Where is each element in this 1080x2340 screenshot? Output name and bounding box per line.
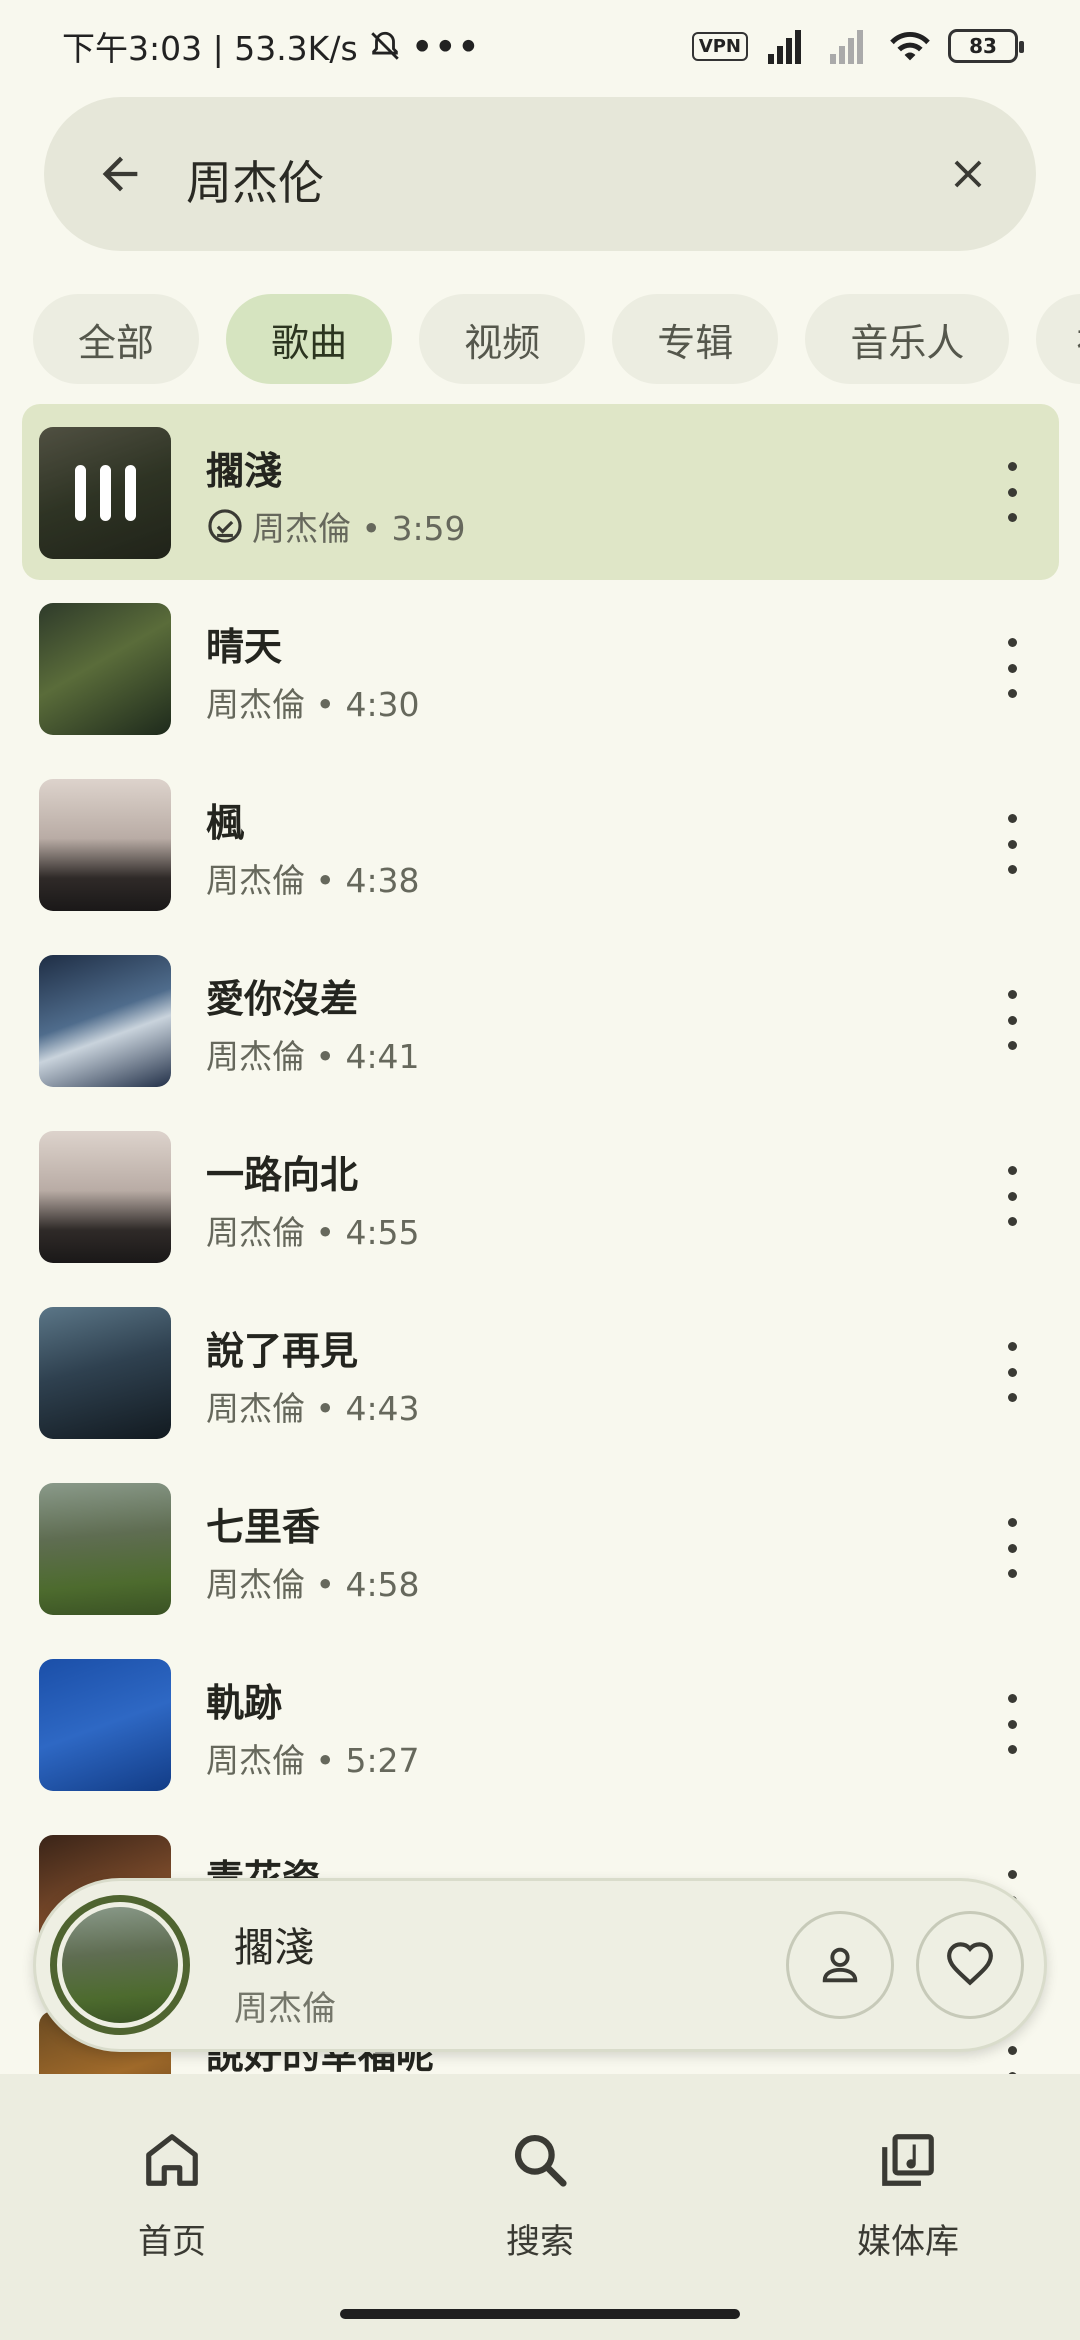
status-right: VPN 83: [691, 26, 1024, 66]
chip-songs[interactable]: 歌曲: [226, 294, 393, 384]
song-title: 楓: [206, 801, 245, 845]
more-dots-icon: •••: [411, 26, 481, 66]
song-meta: 周杰倫 • 4:30: [206, 685, 420, 724]
more-options-button[interactable]: [1003, 1694, 1021, 1754]
album-art: [39, 779, 171, 911]
song-title: 愛你沒差: [206, 977, 359, 1021]
album-art: [39, 1483, 171, 1615]
song-title: 軌跡: [206, 1681, 283, 1725]
mini-player-progress-ring: [50, 1895, 190, 2035]
status-time-speed: 下午3:03 | 53.3K/s: [62, 29, 358, 68]
album-art: [39, 1659, 171, 1791]
song-meta: 周杰倫 • 3:59: [252, 509, 466, 548]
song-meta: 周杰倫 • 4:58: [206, 1565, 420, 1604]
close-icon: [954, 160, 982, 188]
more-options-button[interactable]: [1003, 990, 1021, 1050]
chip-community[interactable]: 社: [1036, 294, 1080, 384]
album-art: [39, 603, 171, 735]
song-row[interactable]: 擱淺 周杰倫 • 3:59: [22, 404, 1059, 580]
wifi-icon: [890, 31, 930, 61]
song-meta: 周杰倫 • 4:43: [206, 1389, 420, 1428]
vpn-badge: VPN: [691, 31, 748, 61]
more-options-button[interactable]: [1003, 1518, 1021, 1578]
library-icon: [882, 2134, 934, 2186]
chip-albums[interactable]: 专辑: [612, 294, 779, 384]
chip-all[interactable]: 全部: [33, 294, 199, 384]
song-row[interactable]: 晴天 周杰倫 • 4:30: [22, 580, 1059, 756]
song-title: 晴天: [206, 625, 283, 669]
song-title: 一路向北: [206, 1153, 359, 1197]
nav-home[interactable]: 首页: [52, 2122, 292, 2282]
song-subtitle: 周杰倫 • 3:59: [206, 502, 466, 550]
song-title: 擱淺: [206, 449, 283, 493]
song-row[interactable]: 軌跡 周杰倫 • 5:27: [22, 1636, 1059, 1812]
filter-chips: 全部 歌曲 视频 专辑 音乐人 社: [33, 294, 1080, 384]
nav-library-label: 媒体库: [857, 2222, 959, 2262]
song-row[interactable]: 七里香 周杰倫 • 4:58: [22, 1460, 1059, 1636]
chip-artists[interactable]: 音乐人: [805, 294, 1010, 384]
album-art: [39, 1131, 171, 1263]
clear-search-button[interactable]: [928, 134, 1008, 214]
now-playing-icon: [39, 427, 171, 559]
song-row[interactable]: 一路向北 周杰倫 • 4:55: [22, 1108, 1059, 1284]
album-art: [39, 427, 171, 559]
back-arrow-icon: [102, 156, 138, 192]
favorite-button[interactable]: [916, 1911, 1024, 2019]
album-art: [39, 955, 171, 1087]
nav-search-label: 搜索: [506, 2222, 574, 2262]
signal-weak-icon: [830, 30, 863, 64]
search-bar[interactable]: 周杰伦: [44, 97, 1036, 251]
song-meta: 周杰倫 • 4:41: [206, 1037, 420, 1076]
search-input[interactable]: 周杰伦: [186, 147, 324, 213]
song-title: 七里香: [206, 1505, 321, 1549]
mini-player-artist: 周杰倫: [234, 1989, 336, 2029]
status-left: 下午3:03 | 53.3K/s •••: [62, 22, 481, 70]
downloaded-check-icon: [208, 509, 242, 543]
home-icon: [146, 2134, 198, 2186]
song-meta: 周杰倫 • 4:38: [206, 861, 420, 900]
album-art: [39, 1307, 171, 1439]
status-bar: 下午3:03 | 53.3K/s ••• VPN 83: [0, 0, 1080, 92]
more-options-button[interactable]: [1003, 462, 1021, 522]
nav-home-label: 首页: [138, 2222, 206, 2262]
artist-button[interactable]: [786, 1911, 894, 2019]
more-options-button[interactable]: [1003, 1342, 1021, 1402]
home-indicator[interactable]: [340, 2309, 740, 2319]
song-meta: 周杰倫 • 4:55: [206, 1213, 420, 1252]
more-options-button[interactable]: [1003, 814, 1021, 874]
song-row[interactable]: 說了再見 周杰倫 • 4:43: [22, 1284, 1059, 1460]
mini-player[interactable]: 擱淺 周杰倫: [33, 1878, 1047, 2052]
heart-icon: [947, 1942, 993, 1986]
mini-player-album-art: [62, 1907, 178, 2023]
song-meta: 周杰倫 • 5:27: [206, 1741, 420, 1780]
more-options-button[interactable]: [1003, 2046, 1021, 2074]
mini-player-title: 擱淺: [234, 1925, 314, 1971]
person-icon: [822, 1947, 858, 1983]
nav-library[interactable]: 媒体库: [788, 2122, 1028, 2282]
song-list: 擱淺 周杰倫 • 3:59 晴天 周杰倫 • 4:30 楓 周杰倫 • 4:38…: [0, 404, 1080, 2074]
search-icon: [514, 2134, 567, 2187]
song-title: 說了再見: [206, 1329, 359, 1373]
back-button[interactable]: [80, 134, 160, 214]
battery-icon: 83: [948, 29, 1024, 63]
more-options-button[interactable]: [1003, 638, 1021, 698]
bottom-navigation: 首页 搜索 媒体库: [0, 2074, 1080, 2340]
more-options-button[interactable]: [1003, 1166, 1021, 1226]
signal-hd-icon: [768, 30, 801, 64]
nav-search[interactable]: 搜索: [420, 2122, 660, 2282]
song-row[interactable]: 愛你沒差 周杰倫 • 4:41: [22, 932, 1059, 1108]
chip-videos[interactable]: 视频: [419, 294, 586, 384]
mute-bell-icon: [370, 31, 399, 60]
song-row[interactable]: 楓 周杰倫 • 4:38: [22, 756, 1059, 932]
